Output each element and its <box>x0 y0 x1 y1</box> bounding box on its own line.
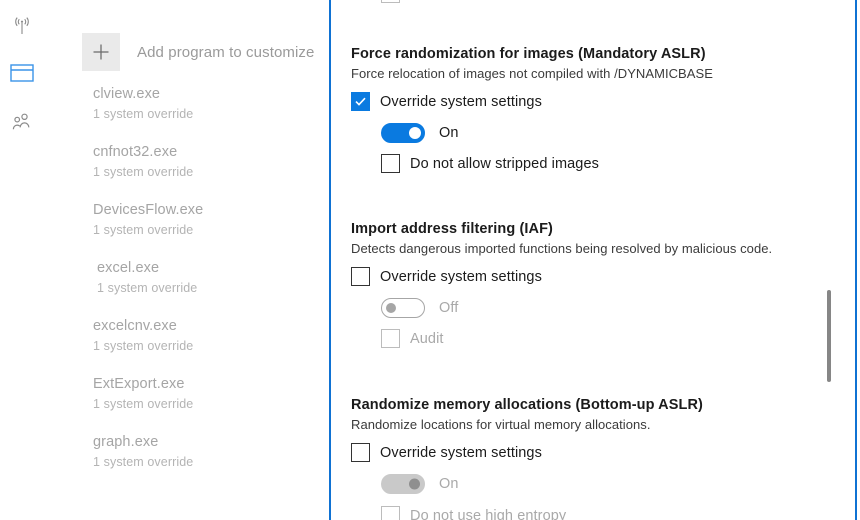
toggle-knob <box>409 478 420 490</box>
mitigation-toggle-row[interactable]: On <box>381 123 841 143</box>
app-browser-control-icon[interactable] <box>6 57 38 89</box>
program-name: DevicesFlow.exe <box>93 202 204 218</box>
program-name: graph.exe <box>93 434 159 450</box>
family-options-icon[interactable] <box>6 106 38 138</box>
clipped-audit-row-top[interactable]: Audit <box>381 0 444 3</box>
sub-option-label: Audit <box>410 330 444 347</box>
section-import-address-filtering: Import address filtering (IAF) Detects d… <box>351 221 841 348</box>
audit-label-clipped: Audit <box>410 0 444 2</box>
mitigation-toggle <box>381 298 425 318</box>
program-list-item[interactable]: DevicesFlow.exe 1 system override <box>45 202 330 250</box>
program-list-item[interactable]: excel.exe 1 system override <box>45 260 330 308</box>
program-list-column: Add program to customize clview.exe 1 sys… <box>45 0 330 520</box>
program-override-count: 1 system override <box>97 281 198 295</box>
do-not-allow-stripped-images-checkbox[interactable] <box>381 154 400 173</box>
program-list-item[interactable]: clview.exe 1 system override <box>45 86 330 134</box>
override-system-settings-row[interactable]: Override system settings <box>351 267 841 286</box>
clipped-sub-option-label: Do not use high entropy <box>410 507 567 520</box>
program-override-count: 1 system override <box>93 339 194 353</box>
pane-divider-right <box>855 0 857 520</box>
program-override-count: 1 system override <box>93 107 194 121</box>
program-name: clview.exe <box>93 86 161 102</box>
override-checkbox-label: Override system settings <box>380 268 542 285</box>
program-override-count: 1 system override <box>93 223 194 237</box>
do-not-use-high-entropy-checkbox[interactable] <box>381 506 400 520</box>
program-list-item[interactable]: excelcnv.exe 1 system override <box>45 318 330 366</box>
nav-icon-rail <box>0 0 45 520</box>
override-checkbox-label: Override system settings <box>380 93 542 110</box>
program-name: excelcnv.exe <box>93 318 177 334</box>
section-bottom-up-aslr: Randomize memory allocations (Bottom-up … <box>351 397 841 494</box>
mitigation-toggle-label: On <box>439 125 459 141</box>
override-system-settings-row[interactable]: Override system settings <box>351 443 841 462</box>
program-list-item[interactable]: graph.exe 1 system override <box>45 434 330 482</box>
sub-option-row: Audit <box>381 329 841 348</box>
toggle-knob <box>386 303 396 313</box>
audit-checkbox <box>381 329 400 348</box>
clipped-sub-option-row-bottom[interactable]: Do not use high entropy <box>381 506 566 520</box>
toggle-knob <box>409 127 421 139</box>
mitigation-toggle-label: Off <box>439 300 459 316</box>
section-description: Detects dangerous imported functions bei… <box>351 241 773 256</box>
mitigation-toggle[interactable] <box>381 123 425 143</box>
section-mandatory-aslr: Force randomization for images (Mandator… <box>351 46 841 173</box>
section-title: Force randomization for images (Mandator… <box>351 46 706 62</box>
sub-option-label: Do not allow stripped images <box>410 155 599 172</box>
override-checkbox[interactable] <box>351 92 370 111</box>
program-name: cnfnot32.exe <box>93 144 178 160</box>
section-title: Randomize memory allocations (Bottom-up … <box>351 397 703 413</box>
override-checkbox-label: Override system settings <box>380 444 542 461</box>
program-override-count: 1 system override <box>93 165 194 179</box>
program-name: excel.exe <box>97 260 160 276</box>
mitigation-toggle-row: On <box>381 474 841 494</box>
override-system-settings-row[interactable]: Override system settings <box>351 92 841 111</box>
mitigation-toggle-label: On <box>439 476 459 492</box>
add-program-button[interactable]: Add program to customize <box>82 33 314 71</box>
network-protection-icon[interactable] <box>6 10 38 42</box>
settings-scrollbar-thumb[interactable] <box>827 290 831 382</box>
mitigation-toggle <box>381 474 425 494</box>
section-description: Randomize locations for virtual memory a… <box>351 417 651 432</box>
section-description: Force relocation of images not compiled … <box>351 66 713 81</box>
exploit-protection-window: Add program to customize clview.exe 1 sys… <box>0 0 860 520</box>
section-title: Import address filtering (IAF) <box>351 221 553 237</box>
program-override-count: 1 system override <box>93 397 194 411</box>
program-list-item[interactable]: cnfnot32.exe 1 system override <box>45 144 330 192</box>
program-override-count: 1 system override <box>93 455 194 469</box>
override-checkbox[interactable] <box>351 443 370 462</box>
audit-checkbox-clipped[interactable] <box>381 0 400 3</box>
plus-icon <box>82 33 120 71</box>
program-name: ExtExport.exe <box>93 376 185 392</box>
sub-option-row[interactable]: Do not allow stripped images <box>381 154 841 173</box>
override-checkbox[interactable] <box>351 267 370 286</box>
add-program-label: Add program to customize <box>137 43 315 61</box>
mitigation-toggle-row: Off <box>381 298 841 318</box>
mitigation-settings-pane: Audit Force randomization for images (Ma… <box>331 0 855 520</box>
program-list-item[interactable]: ExtExport.exe 1 system override <box>45 376 330 424</box>
